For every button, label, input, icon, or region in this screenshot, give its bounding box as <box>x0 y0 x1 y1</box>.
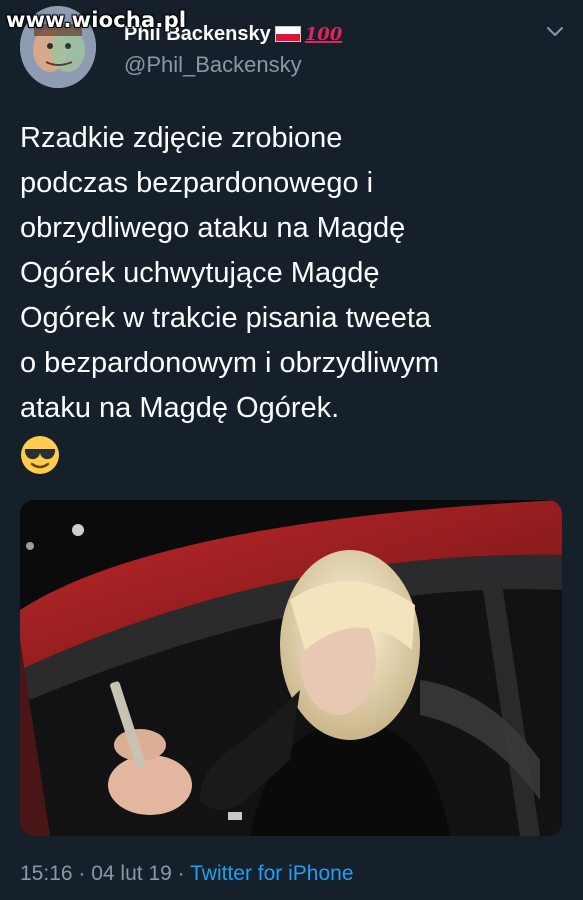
tweet-meta: 15:16 · 04 lut 19 · Twitter for iPhone <box>20 862 354 886</box>
tweet-photo[interactable] <box>20 500 562 836</box>
watermark: www.wiocha.pl <box>6 8 187 32</box>
hundred-points-icon: 100 <box>304 23 343 45</box>
poland-flag-icon <box>274 26 301 42</box>
chevron-down-icon[interactable] <box>545 24 565 38</box>
tweet-source-link[interactable]: Twitter for iPhone <box>190 862 353 885</box>
sunglasses-emoji-icon <box>21 436 59 474</box>
meta-separator: · <box>72 862 92 885</box>
author-handle[interactable]: @Phil_Backensky <box>124 52 302 78</box>
tweet-date: 04 lut 19 <box>91 862 172 885</box>
photo-illustration <box>20 500 562 836</box>
tweet-time: 15:16 <box>20 862 73 885</box>
tweet-text: Rzadkie zdjęcie zrobione podczas bezpard… <box>20 122 440 424</box>
meta-separator: · <box>171 862 191 885</box>
